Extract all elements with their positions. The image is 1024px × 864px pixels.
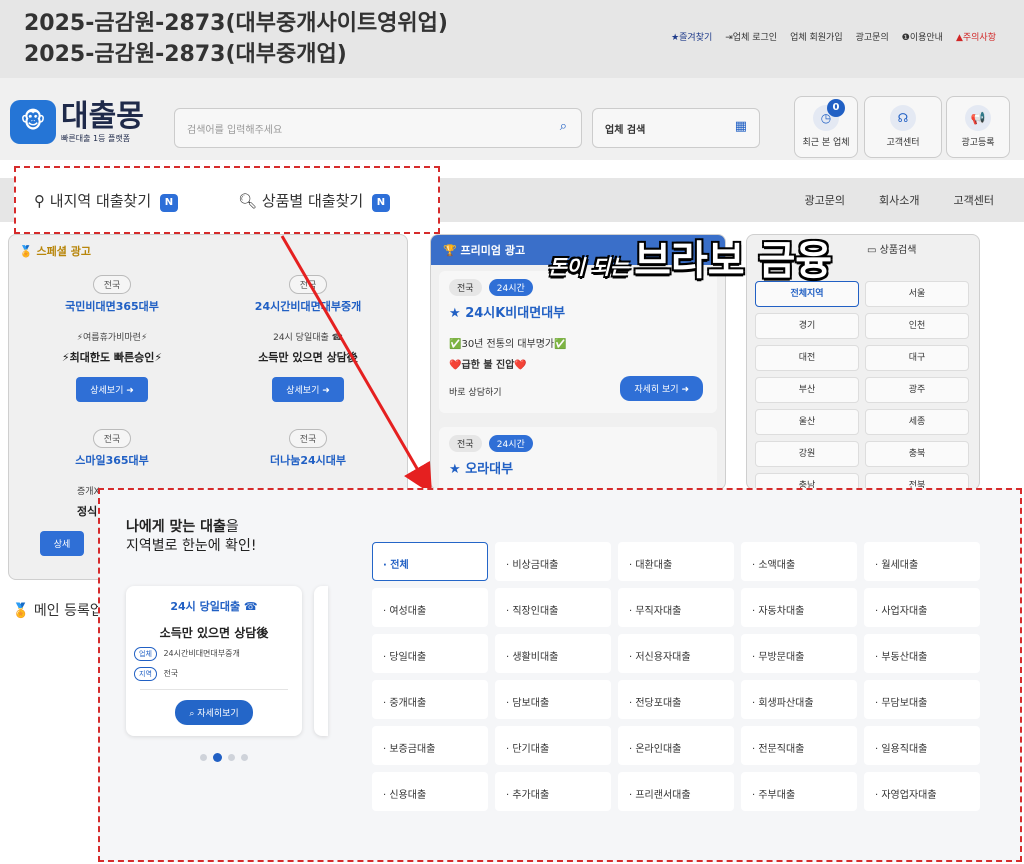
search-icon: ⌕ (189, 709, 195, 719)
category-button[interactable]: · 추가대출 (495, 772, 611, 811)
category-button[interactable]: · 보증금대출 (372, 726, 488, 765)
category-button[interactable]: · 자영업자대출 (864, 772, 980, 811)
popup-ad-card[interactable]: 24시 당일대출 ☎ 소득만 있으면 상담後 업체 24시간비대면대부중개 지역… (126, 586, 302, 736)
carousel-dot-active[interactable] (213, 753, 222, 762)
category-button[interactable]: · 소액대출 (741, 542, 857, 581)
category-button[interactable]: · 저신용자대출 (618, 634, 734, 673)
category-button[interactable]: · 대환대출 (618, 542, 734, 581)
category-button[interactable]: · 비상금대출 (495, 542, 611, 581)
category-button[interactable]: · 생활비대출 (495, 634, 611, 673)
popup-ad-card-next[interactable] (314, 586, 328, 736)
category-button[interactable]: · 중개대출 (372, 680, 488, 719)
carousel-dot[interactable] (228, 754, 235, 761)
popup-subtitle: 지역별로 한눈에 확인! (126, 538, 257, 554)
category-button[interactable]: · 프리랜서대출 (618, 772, 734, 811)
region-tag: 지역 (134, 667, 157, 681)
category-button[interactable]: · 직장인대출 (495, 588, 611, 627)
carousel-dot[interactable] (200, 754, 207, 761)
category-button[interactable]: · 온라인대출 (618, 726, 734, 765)
category-button[interactable]: · 무직자대출 (618, 588, 734, 627)
category-button[interactable]: · 주부대출 (741, 772, 857, 811)
category-button[interactable]: · 무담보대출 (864, 680, 980, 719)
carousel-dot[interactable] (241, 754, 248, 761)
ad-region: 전국 (163, 669, 179, 678)
ad-region-row: 지역 전국 (134, 667, 302, 681)
popup-title: 나에게 맞는 대출을 지역별로 한눈에 확인! (126, 519, 257, 554)
loan-finder-popup: 나에게 맞는 대출을 지역별로 한눈에 확인! 24시 당일대출 ☎ 소득만 있… (98, 488, 1022, 862)
category-button[interactable]: · 회생파산대출 (741, 680, 857, 719)
category-button[interactable]: · 무방문대출 (741, 634, 857, 673)
ad-company-name: 24시간비대면대부중개 (163, 649, 240, 658)
category-button[interactable]: · 여성대출 (372, 588, 488, 627)
category-button[interactable]: · 부동산대출 (864, 634, 980, 673)
category-button[interactable]: · 단기대출 (495, 726, 611, 765)
category-button[interactable]: · 전당포대출 (618, 680, 734, 719)
category-button[interactable]: · 전문직대출 (741, 726, 857, 765)
ad-company-row: 업체 24시간비대면대부중개 (134, 647, 302, 661)
category-button[interactable]: · 담보대출 (495, 680, 611, 719)
category-button[interactable]: · 월세대출 (864, 542, 980, 581)
carousel-dots (200, 753, 248, 762)
ad-type: 24시 당일대출 ☎ (170, 600, 258, 613)
category-grid: · 전체 · 비상금대출 · 대환대출 · 소액대출 · 월세대출 · 여성대출 · 직장인… (372, 542, 980, 811)
view-detail-button[interactable]: ⌕ 자세히보기 (175, 700, 253, 725)
category-button[interactable]: · 사업자대출 (864, 588, 980, 627)
category-button[interactable]: · 신용대출 (372, 772, 488, 811)
divider (140, 689, 288, 690)
category-button[interactable]: · 자동차대출 (741, 588, 857, 627)
category-button[interactable]: · 당일대출 (372, 634, 488, 673)
category-button[interactable]: · 일용직대출 (864, 726, 980, 765)
company-tag: 업체 (134, 647, 157, 661)
ad-headline: 소득만 있으면 상담後 (159, 626, 269, 640)
category-button-all[interactable]: · 전체 (372, 542, 488, 581)
